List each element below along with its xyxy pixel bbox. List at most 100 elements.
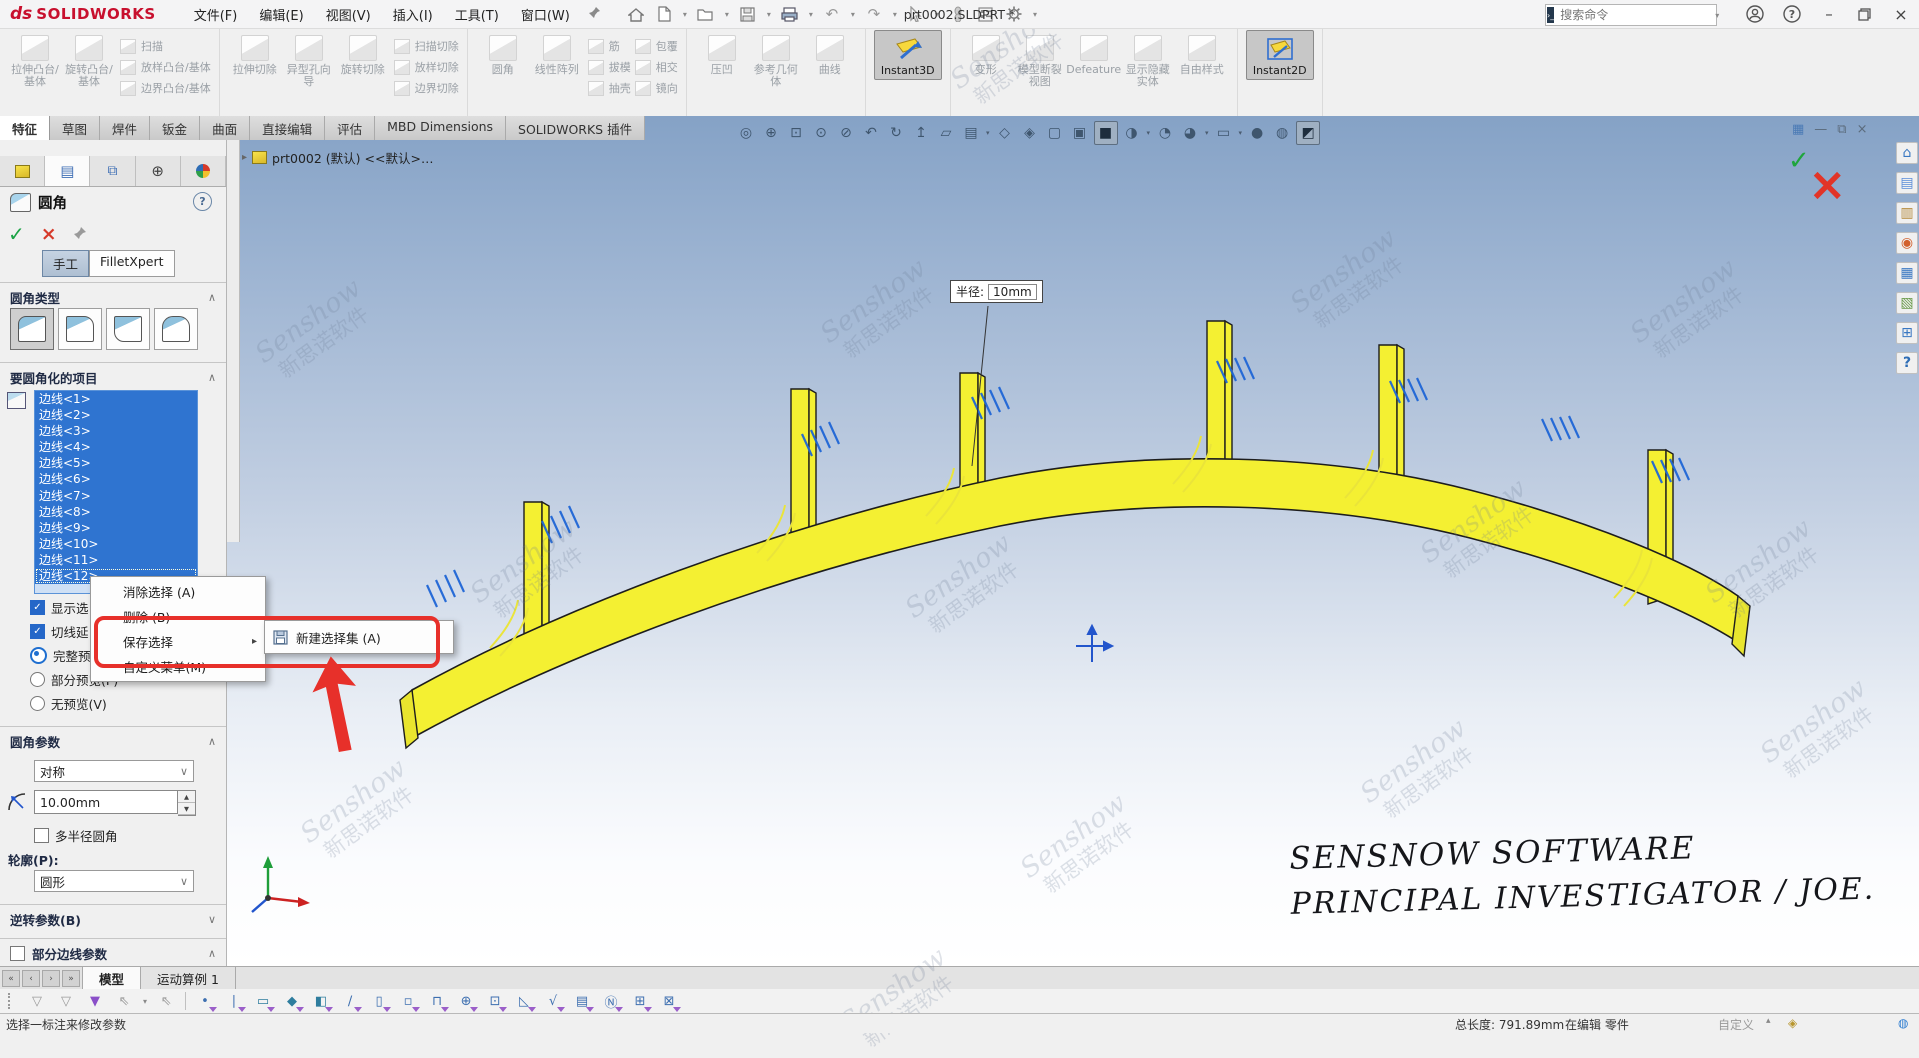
radio-selected-icon[interactable]: [30, 647, 47, 664]
full-preview-option[interactable]: 完整预: [30, 646, 91, 665]
filter-dimensions-icon[interactable]: √: [543, 991, 563, 1011]
curves-button[interactable]: 曲线: [803, 30, 857, 76]
prev-tab-icon[interactable]: ‹: [22, 970, 40, 987]
toolbar-drag-handle[interactable]: [8, 993, 14, 1009]
profile-dropdown[interactable]: 圆形∨: [34, 870, 194, 892]
intersect-button[interactable]: 相交: [635, 59, 678, 75]
filter-surface-bodies-icon[interactable]: ◆: [282, 991, 302, 1011]
section-partial-edge-parameters[interactable]: 部分边线参数 ∧: [0, 938, 226, 963]
radius-input[interactable]: 10.00mm: [34, 790, 178, 814]
list-item[interactable]: 边线<1>: [35, 391, 197, 407]
tab-solidworks-addins[interactable]: SOLIDWORKS 插件: [506, 116, 645, 140]
instant2d-button[interactable]: Instant2D: [1246, 30, 1314, 80]
status-custom-dropdown[interactable]: 自定义: [1718, 1016, 1754, 1033]
graphics-viewport[interactable]: ◎ ⊕ ⊡ ⊙ ⊘ ↶ ↻ ↥ ▱ ▤▾ ◇ ◈ ▢ ▣ ■ ◑▾ ◔ ◕▾ ▭…: [0, 116, 1919, 966]
filter-funnel-icon[interactable]: ▽: [56, 991, 76, 1011]
list-item[interactable]: 边线<4>: [35, 439, 197, 455]
model-break-view-button[interactable]: 模型断裂视图: [1013, 30, 1067, 88]
filter-sketch-segments-icon[interactable]: ⊓: [427, 991, 447, 1011]
filter-midpoints-icon[interactable]: ⊕: [456, 991, 476, 1011]
filter-faces-icon[interactable]: ▭: [253, 991, 273, 1011]
help-icon[interactable]: ?: [1780, 3, 1804, 25]
menu-tools[interactable]: 工具(T): [445, 1, 509, 28]
new-document-icon[interactable]: [655, 5, 673, 23]
filletxpert-mode-button[interactable]: FilletXpert: [89, 250, 175, 277]
menu-item-clear-selection[interactable]: 消除选择 (A): [91, 579, 265, 604]
custom-caret-icon[interactable]: ▴: [1766, 1016, 1771, 1026]
extrude-boss-button[interactable]: 拉伸凸台/基体: [8, 30, 62, 88]
filter-planes-icon[interactable]: ▯: [369, 991, 389, 1011]
tab-featuremanager[interactable]: [0, 156, 45, 186]
tab-direct-editing[interactable]: 直接编辑: [250, 116, 325, 140]
checkbox-icon[interactable]: [10, 946, 25, 961]
tag-icon[interactable]: ◈: [1788, 1016, 1797, 1030]
spinner-down-icon[interactable]: ▼: [178, 803, 195, 815]
filter-centerline-icon[interactable]: ◺: [514, 991, 534, 1011]
first-tab-icon[interactable]: «: [2, 970, 20, 987]
menu-insert[interactable]: 插入(I): [383, 1, 443, 28]
mirror-button[interactable]: 镜向: [635, 80, 678, 96]
command-search[interactable]: ›_ ▾: [1545, 4, 1717, 26]
hole-wizard-button[interactable]: 异型孔向导: [282, 30, 336, 88]
fillet-button[interactable]: 圆角: [476, 30, 530, 76]
extrude-cut-button[interactable]: 拉伸切除: [228, 30, 282, 76]
active-filter-icon[interactable]: ▼: [85, 991, 105, 1011]
tab-sheet-metal[interactable]: 钣金: [150, 116, 200, 140]
select-arrow-icon[interactable]: ⇖: [114, 991, 134, 1011]
print-caret-icon[interactable]: ▾: [809, 10, 813, 19]
tab-propertymanager[interactable]: ▤: [45, 156, 90, 186]
edges-listbox[interactable]: 边线<1> 边线<2> 边线<3> 边线<4> 边线<5> 边线<6> 边线<7…: [34, 390, 198, 594]
section-items-to-fillet[interactable]: 要圆角化的项目∧: [0, 362, 226, 387]
list-item[interactable]: 边线<7>: [35, 488, 197, 504]
filter-sketch-points-icon[interactable]: ▫: [398, 991, 418, 1011]
list-item[interactable]: 边线<6>: [35, 471, 197, 487]
user-account-icon[interactable]: [1743, 3, 1767, 25]
variable-size-fillet-button[interactable]: [58, 308, 102, 350]
radio-icon[interactable]: [30, 696, 45, 711]
expand-icon[interactable]: ∨: [208, 913, 216, 926]
undo-icon[interactable]: ↶: [823, 5, 841, 23]
constant-size-fillet-button[interactable]: [10, 308, 54, 350]
radio-icon[interactable]: [30, 672, 45, 687]
list-item[interactable]: 边线<10>: [35, 536, 197, 552]
revolve-cut-button[interactable]: 旋转切除: [336, 30, 390, 76]
revolve-boss-button[interactable]: 旋转凸台/基体: [62, 30, 116, 88]
last-tab-icon[interactable]: »: [62, 970, 80, 987]
globe-icon[interactable]: ◍: [1898, 1016, 1908, 1030]
section-fillet-parameters[interactable]: 圆角参数∧: [0, 726, 226, 751]
filter-vertices-icon[interactable]: •: [195, 991, 215, 1011]
filter-annotations-icon[interactable]: ▤: [572, 991, 592, 1011]
filter-notes-icon[interactable]: Ⓝ: [601, 991, 621, 1011]
freeform-button[interactable]: 自由样式: [1175, 30, 1229, 76]
checkbox-icon[interactable]: [34, 828, 49, 843]
instant3d-button[interactable]: Instant3D: [874, 30, 942, 80]
filter-solid-bodies-icon[interactable]: ◧: [311, 991, 331, 1011]
defeature-button[interactable]: Defeature: [1067, 30, 1121, 76]
lasso-select-icon[interactable]: ⇖: [156, 991, 176, 1011]
list-item[interactable]: 边线<2>: [35, 407, 197, 423]
open-caret-icon[interactable]: ▾: [725, 10, 729, 19]
linear-pattern-button[interactable]: 线性阵列: [530, 30, 584, 76]
tab-features[interactable]: 特征: [0, 116, 50, 140]
panel-splitter[interactable]: [226, 140, 240, 542]
manual-mode-button[interactable]: 手工: [42, 250, 89, 277]
checkbox-checked-icon[interactable]: ✓: [30, 624, 45, 639]
select-caret-icon[interactable]: ▾: [143, 997, 147, 1006]
show-toolbar-option[interactable]: ✓ 显示选: [30, 598, 89, 617]
tab-weldments[interactable]: 焊件: [100, 116, 150, 140]
menu-item-delete[interactable]: 删除 (B): [91, 604, 265, 629]
tab-displaymanager[interactable]: [181, 156, 226, 186]
section-fillet-type[interactable]: 圆角类型∧: [0, 282, 226, 307]
deform-button[interactable]: 变形: [959, 30, 1013, 76]
tangent-propagation-option[interactable]: ✓ 切线延: [30, 622, 89, 641]
show-hide-bodies-button[interactable]: 显示隐藏实体: [1121, 30, 1175, 88]
loft-button[interactable]: 放样凸台/基体: [120, 59, 211, 75]
radius-callout-value[interactable]: 10mm: [988, 284, 1037, 300]
filter-funnel-icon[interactable]: ▽: [27, 991, 47, 1011]
menu-file[interactable]: 文件(F): [184, 1, 248, 28]
tab-mbd-dimensions[interactable]: MBD Dimensions: [375, 116, 506, 140]
settings-caret-icon[interactable]: ▾: [1033, 10, 1037, 19]
home-icon[interactable]: [627, 5, 645, 23]
boundary-cut-button[interactable]: 边界切除: [394, 80, 459, 96]
menu-item-customize-menu[interactable]: 自定义菜单(M): [91, 654, 265, 679]
